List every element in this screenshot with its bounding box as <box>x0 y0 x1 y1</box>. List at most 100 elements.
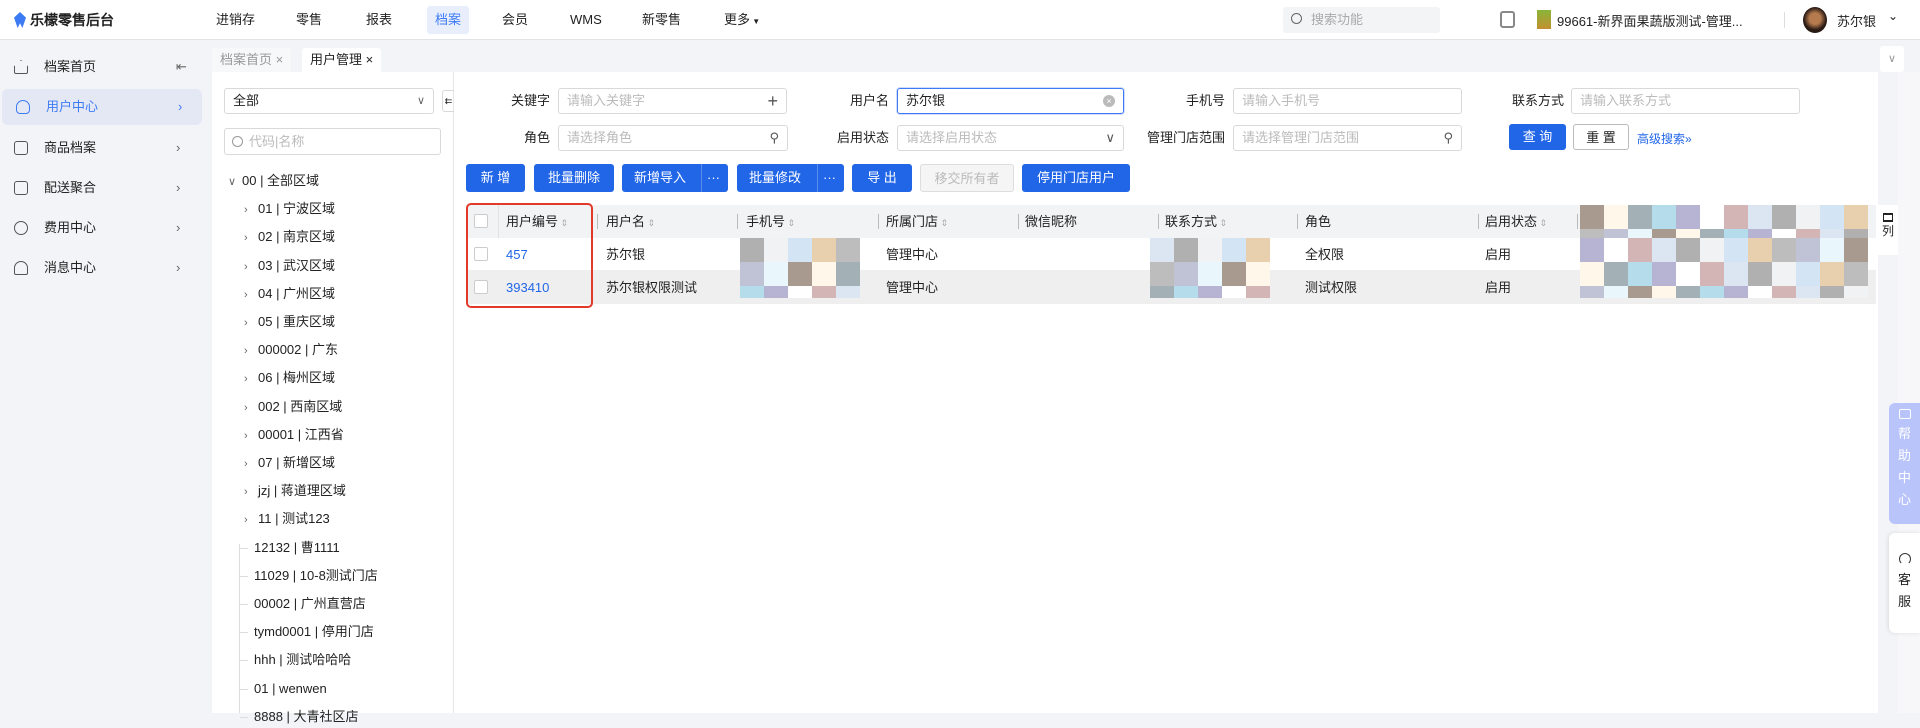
chevron-down-icon[interactable]: ∨ <box>228 171 242 193</box>
tree-search-input[interactable]: 代码|名称 <box>224 128 441 155</box>
nav-new-retail[interactable]: 新零售 <box>634 6 689 34</box>
role-select[interactable]: 请选择角色 ⚲ <box>558 125 788 151</box>
column-header[interactable]: 手机号 ⇕ <box>746 205 796 238</box>
user-id-link[interactable]: 457 <box>506 238 528 271</box>
chevron-right-icon[interactable]: › <box>244 509 258 531</box>
tree-node[interactable]: › jzj | 蒋道理区域 <box>244 480 346 502</box>
tree-node[interactable]: 12132 | 曹1111 <box>240 537 340 559</box>
sidebar-item-messages[interactable]: 消息中心 › <box>0 250 200 286</box>
row-checkbox[interactable] <box>474 280 488 294</box>
column-header[interactable]: 所属门店 ⇕ <box>886 205 949 238</box>
nav-jinxiaocun[interactable]: 进销存 <box>208 6 263 34</box>
batch-edit-button[interactable]: 批量修改 <box>749 164 801 192</box>
nav-members[interactable]: 会员 <box>494 6 536 34</box>
row-checkbox[interactable] <box>474 247 488 261</box>
tree-node[interactable]: › 00001 | 江西省 <box>244 424 344 446</box>
sidebar-item-fees[interactable]: 费用中心 › <box>0 210 200 246</box>
select-all-checkbox[interactable] <box>474 214 488 228</box>
tab-archive-home[interactable]: 档案首页 × <box>212 48 292 72</box>
chevron-right-icon[interactable]: › <box>244 284 258 306</box>
chevron-right-icon[interactable]: › <box>244 256 258 278</box>
export-button[interactable]: 导 出 <box>852 164 912 192</box>
import-more-icon[interactable]: ··· <box>707 164 720 192</box>
chevron-right-icon[interactable]: › <box>244 481 258 503</box>
chevron-right-icon[interactable]: › <box>244 425 258 447</box>
sort-icon[interactable]: ⇕ <box>1537 218 1548 228</box>
chevron-right-icon[interactable]: › <box>244 340 258 362</box>
tree-scope-select[interactable]: 全部 ∨ <box>224 88 434 114</box>
nav-retail[interactable]: 零售 <box>288 6 330 34</box>
current-store[interactable]: 99661-新界面果蔬版测试-管理... <box>1557 11 1743 30</box>
tab-user-management[interactable]: 用户管理 × <box>302 48 382 72</box>
avatar[interactable] <box>1803 7 1827 33</box>
status-select[interactable]: 请选择启用状态 ∨ <box>897 125 1124 151</box>
phone-input[interactable]: 请输入手机号 <box>1233 88 1462 114</box>
tree-node[interactable]: › 002 | 西南区域 <box>244 396 342 418</box>
function-search[interactable]: 搜索功能 <box>1283 7 1440 33</box>
tree-node[interactable]: › 05 | 重庆区域 <box>244 311 335 333</box>
user-name[interactable]: 苏尔银 <box>1837 11 1876 30</box>
tree-node[interactable]: › 11 | 测试123 <box>244 508 330 530</box>
chevron-right-icon[interactable]: › <box>244 368 258 390</box>
app-logo[interactable]: 乐檬零售后台 <box>14 10 114 30</box>
nav-more[interactable]: 更多 ▼ <box>716 6 768 34</box>
column-header[interactable]: 用户名 ⇕ <box>606 205 656 238</box>
collapse-sidebar-icon[interactable]: ⇤ <box>176 49 187 85</box>
tree-node[interactable]: › 06 | 梅州区域 <box>244 367 335 389</box>
batch-edit-more-icon[interactable]: ··· <box>823 164 836 192</box>
import-button[interactable]: 新增导入 <box>634 164 686 192</box>
customer-service-button[interactable]: 客服 <box>1889 533 1920 633</box>
tree-node[interactable]: 11029 | 10-8测试门店 <box>240 565 378 587</box>
query-button[interactable]: 查 询 <box>1509 124 1566 150</box>
sidebar-item-user-center[interactable]: 用户中心 › <box>2 89 202 125</box>
user-id-link[interactable]: 393410 <box>506 271 549 304</box>
advanced-search-link[interactable]: 高级搜索» <box>1637 130 1692 147</box>
sort-icon[interactable]: ⇕ <box>1217 218 1228 228</box>
keyword-input[interactable]: 请输入关键字 + <box>558 88 787 114</box>
column-header[interactable]: 用户编号 ⇕ <box>506 205 569 238</box>
sort-icon[interactable]: ⇕ <box>938 218 949 228</box>
tree-node[interactable]: hhh | 测试哈哈哈 <box>240 649 351 671</box>
tree-node[interactable]: › 07 | 新增区域 <box>244 452 335 474</box>
tree-node[interactable]: ∨ 00 | 全部区域 <box>228 170 319 192</box>
tree-node[interactable]: › 01 | 宁波区域 <box>244 198 335 220</box>
close-icon[interactable]: × <box>276 52 284 67</box>
column-header[interactable]: 启用状态 ⇕ <box>1485 205 1548 238</box>
batch-edit-button-group[interactable]: 批量修改 ··· <box>737 164 844 192</box>
chevron-right-icon[interactable]: › <box>244 453 258 475</box>
help-center-button[interactable]: 帮助中心 <box>1889 403 1920 524</box>
tree-node[interactable]: › 000002 | 广东 <box>244 339 338 361</box>
add-button[interactable]: 新 增 <box>466 164 525 192</box>
reset-button[interactable]: 重 置 <box>1573 124 1629 150</box>
tree-node[interactable]: 8888 | 大青社区店 <box>240 706 359 728</box>
close-icon[interactable]: × <box>366 52 374 67</box>
stores-select[interactable]: 请选择管理门店范围 ⚲ <box>1233 125 1462 151</box>
tree-node[interactable]: › 03 | 武汉区域 <box>244 255 335 277</box>
sort-icon[interactable]: ⇕ <box>645 218 656 228</box>
tabs-dropdown-icon[interactable]: ∨ <box>1880 46 1904 72</box>
column-settings-button[interactable]: 列 <box>1878 205 1898 255</box>
chevron-right-icon[interactable]: › <box>244 199 258 221</box>
nav-wms[interactable]: WMS <box>562 6 610 34</box>
contact-input[interactable]: 请输入联系方式 <box>1571 88 1800 114</box>
tree-node[interactable]: 01 | wenwen <box>240 678 327 700</box>
nav-archive[interactable]: 档案 <box>427 6 470 34</box>
batch-delete-button[interactable]: 批量删除 <box>534 164 614 192</box>
tree-node[interactable]: › 04 | 广州区域 <box>244 283 335 305</box>
chevron-right-icon[interactable]: › <box>244 227 258 249</box>
nav-reports[interactable]: 报表 <box>358 6 400 34</box>
tree-node[interactable]: › 02 | 南京区域 <box>244 226 335 248</box>
tree-node[interactable]: tymd0001 | 停用门店 <box>240 621 374 643</box>
import-button-group[interactable]: 新增导入 ··· <box>622 164 728 192</box>
chevron-right-icon[interactable]: › <box>244 397 258 419</box>
printer-icon[interactable] <box>1500 11 1515 28</box>
chevron-down-icon[interactable]: ⌄ <box>1888 9 1898 23</box>
sidebar-item-delivery[interactable]: 配送聚合 › <box>0 170 200 206</box>
disable-store-users-button[interactable]: 停用门店用户 <box>1022 164 1130 192</box>
transfer-owner-button[interactable]: 移交所有者 <box>920 164 1014 192</box>
sidebar-item-products[interactable]: 商品档案 › <box>0 130 200 166</box>
sort-icon[interactable]: ⇕ <box>785 218 796 228</box>
sidebar-item-archive-home[interactable]: 档案首页 ⇤ <box>0 49 200 85</box>
username-input[interactable]: 苏尔银 × <box>897 88 1124 114</box>
tree-node[interactable]: 00002 | 广州直营店 <box>240 593 366 615</box>
